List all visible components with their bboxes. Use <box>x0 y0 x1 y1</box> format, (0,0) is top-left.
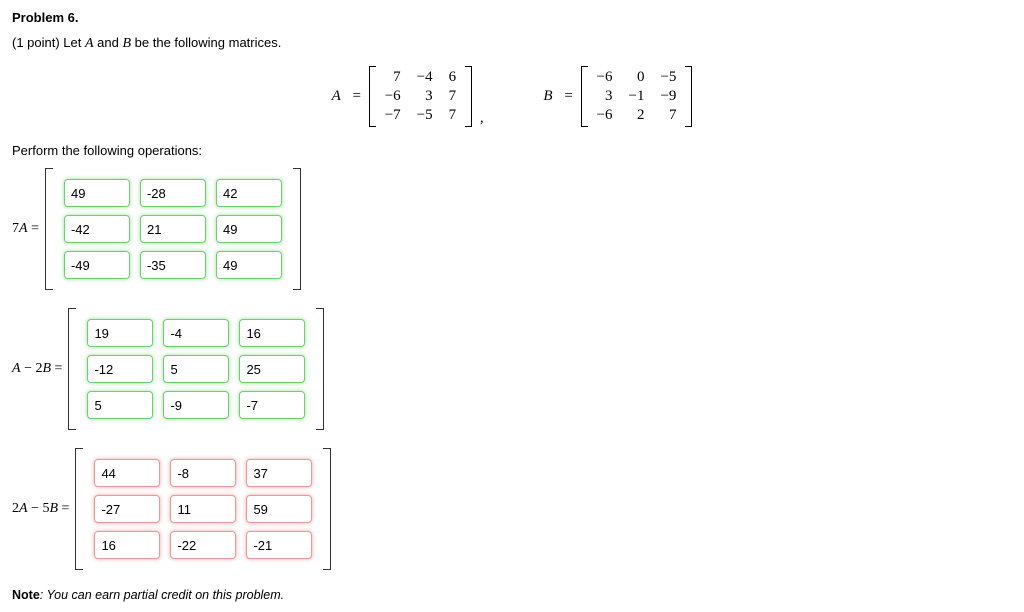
note-text: : You can earn partial credit on this pr… <box>40 588 284 602</box>
given-matrices: A = 7−46 −637 −7−57 , B = −60−5 3−1−9 −6… <box>12 66 1012 127</box>
matrix-cell-input[interactable] <box>94 531 160 559</box>
partial-credit-note: Note: You can earn partial credit on thi… <box>12 588 1012 602</box>
matrix-cell-input[interactable] <box>239 391 305 419</box>
matrix-cell-input[interactable] <box>216 179 282 207</box>
note-bold: Note <box>12 588 40 602</box>
equals-sign: = <box>352 88 360 105</box>
matrix-cell-input[interactable] <box>87 319 153 347</box>
matrix-cell-input[interactable] <box>170 531 236 559</box>
answer-label: A − 2B = <box>12 361 62 377</box>
matrix-b: −60−5 3−1−9 −627 <box>581 66 693 127</box>
matrix-a: 7−46 −637 −7−57 <box>369 66 472 127</box>
var-a: A <box>85 36 94 51</box>
matrix-cell-input[interactable] <box>216 251 282 279</box>
points-prefix: (1 point) Let <box>12 35 85 50</box>
answer-label: 2A − 5B = <box>12 501 69 517</box>
matrix-cell-input[interactable] <box>64 179 130 207</box>
answer-row: A − 2B = <box>12 308 1012 430</box>
matrix-cell-input[interactable] <box>64 215 130 243</box>
answer-matrix <box>75 448 331 570</box>
matrix-cell-input[interactable] <box>163 319 229 347</box>
and-text: and <box>94 35 123 50</box>
answer-row: 7A = <box>12 168 1012 290</box>
matrix-cell-input[interactable] <box>170 459 236 487</box>
matrix-cell-input[interactable] <box>87 391 153 419</box>
comma: , <box>480 110 484 127</box>
answer-label: 7A = <box>12 221 39 237</box>
problem-statement: (1 point) Let A and B be the following m… <box>12 35 1012 52</box>
matrix-cell-input[interactable] <box>94 495 160 523</box>
matrix-cell-input[interactable] <box>140 179 206 207</box>
matrix-cell-input[interactable] <box>94 459 160 487</box>
matrix-cell-input[interactable] <box>87 355 153 383</box>
matrix-cell-input[interactable] <box>246 495 312 523</box>
equals-sign: = <box>564 88 572 105</box>
answer-matrix <box>45 168 301 290</box>
matrix-cell-input[interactable] <box>239 355 305 383</box>
matrix-a-label: A <box>332 88 341 105</box>
matrix-cell-input[interactable] <box>140 215 206 243</box>
matrix-cell-input[interactable] <box>246 531 312 559</box>
matrix-cell-input[interactable] <box>140 251 206 279</box>
var-b: B <box>122 36 131 51</box>
stmt-suffix: be the following matrices. <box>131 35 281 50</box>
matrix-cell-input[interactable] <box>246 459 312 487</box>
matrix-cell-input[interactable] <box>170 495 236 523</box>
matrix-cell-input[interactable] <box>239 319 305 347</box>
matrix-cell-input[interactable] <box>216 215 282 243</box>
answer-matrix <box>68 308 324 430</box>
matrix-b-label: B <box>543 88 552 105</box>
matrix-cell-input[interactable] <box>163 355 229 383</box>
operations-instruction: Perform the following operations: <box>12 143 1012 158</box>
matrix-cell-input[interactable] <box>64 251 130 279</box>
problem-title: Problem 6. <box>12 10 1012 25</box>
matrix-cell-input[interactable] <box>163 391 229 419</box>
answer-row: 2A − 5B = <box>12 448 1012 570</box>
